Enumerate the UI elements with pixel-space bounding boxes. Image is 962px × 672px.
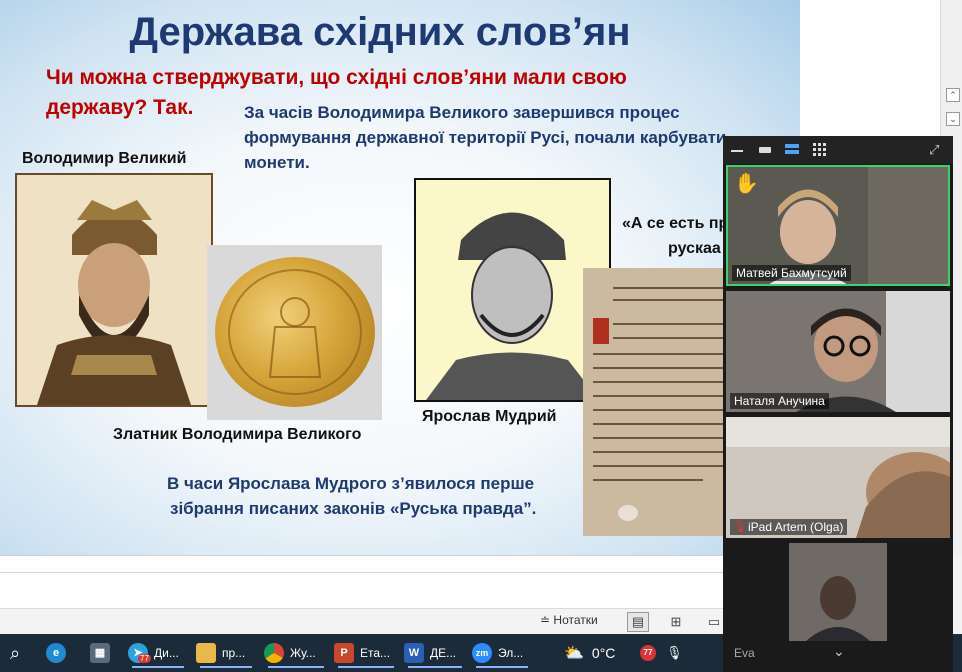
ruska-pravda-manuscript-image [583,268,733,536]
zoom-gallery-panel: ⤢ ✋ Матвей Бахмутсуий Наталя Анучина 🎙 i… [723,136,953,672]
taskbar-edge[interactable]: e [46,638,72,668]
weather-temperature: 0°C [591,645,616,661]
telegram-badge: 77 [138,654,151,663]
slide-title: Держава східних слов’ян [129,10,631,54]
slide-question: Чи можна стверджувати, що східні слов’ян… [46,66,627,89]
taskbar-folder[interactable]: пр... [196,638,256,668]
slide-notes-pane[interactable] [0,555,740,608]
taskbar-folder-label: пр... [222,646,246,660]
zoom-icon: zm [472,643,492,663]
quote-line2: рускаа [668,240,721,257]
tray-telegram[interactable]: 77 [640,638,662,668]
hide-video-icon[interactable] [759,147,771,153]
scroll-up-button[interactable]: ⌃ [946,88,960,102]
notes-label: Нотатки [553,613,598,627]
zlatnik-coin-image [207,245,382,420]
participant-name: Eva [734,646,755,660]
paragraph-yaroslav-line1: В часи Ярослава Мудрого з’явилося перше [167,474,535,493]
weather-widget[interactable]: ⛅ 0°C [564,638,615,668]
taskbar-search[interactable]: ⌕ [10,638,20,668]
taskbar-word-label: ДЕ... [430,646,457,660]
notes-icon: ≐ [540,613,551,627]
participant-tile-artem[interactable]: 🎙 iPad Artem (Olga) [726,417,950,538]
zoom-panel-toolbar: ⤢ [723,136,953,164]
participant-name-text: iPad Artem (Olga) [748,520,844,534]
paragraph-volodymyr-line1: За часів Володимира Великого завершився … [244,103,680,122]
active-indicator [476,666,528,668]
yaroslav-portrait [414,178,611,402]
gallery-view-icon[interactable] [813,143,827,156]
taskbar-chrome[interactable]: Жу... [264,638,328,668]
taskbar-telegram-label: Ди... [154,646,179,660]
gold-coin [215,257,375,407]
taskbar-powerpoint-label: Ета... [360,646,391,660]
paragraph-volodymyr-line2: формування державної території Русі, поч… [244,128,727,147]
paragraph-yaroslav-line2: зібрання писаних законів «Руська правда”… [170,499,537,518]
caption-yaroslav: Ярослав Мудрий [422,408,557,425]
horizontal-scrollbar[interactable] [0,572,740,573]
active-indicator [200,666,252,668]
notes-toggle-button[interactable]: ≐ Нотатки [540,613,598,627]
normal-view-button[interactable]: ▤ [627,612,649,632]
participant-tile-matvey[interactable]: ✋ Матвей Бахмутсуий [726,165,950,286]
active-indicator [408,666,462,668]
participant-tile-eva[interactable]: ⌄ Eva [726,543,950,664]
slide-canvas[interactable]: Держава східних слов’ян Чи можна ствердж… [0,0,800,555]
tray-telegram-badge: 77 [640,645,656,661]
caption-volodymyr: Володимир Великий [22,150,187,167]
active-indicator [132,666,184,668]
status-bar: ≐ Нотатки ▤ ⊞ ▭ [0,608,740,635]
taskbar-powerpoint[interactable]: P Ета... [334,638,398,668]
scroll-down-button[interactable]: ⌄ [946,112,960,126]
raised-hand-icon: ✋ [734,173,759,195]
tray-microphone[interactable]: 🎙 [666,638,683,668]
participant-name: 🎙 iPad Artem (Olga) [730,519,848,535]
word-icon: W [404,643,424,663]
calculator-icon: ▦ [90,643,110,663]
active-indicator [338,666,394,668]
slide-sorter-view-button[interactable]: ⊞ [665,612,687,632]
participant-name: Матвей Бахмутсуий [732,265,851,281]
minimize-icon[interactable] [731,150,743,152]
taskbar-zoom-label: Эл... [498,646,524,660]
expand-icon[interactable]: ⤢ [929,142,943,157]
volodymyr-portrait [15,173,213,407]
active-indicator [268,666,324,668]
chrome-icon [264,643,284,663]
powerpoint-icon: P [334,643,354,663]
taskbar-chrome-label: Жу... [290,646,316,660]
muted-microphone-icon: 🎙 [733,521,747,533]
folder-icon [196,643,216,663]
quote-line1: «А се есть пр [622,215,729,232]
taskbar-zoom[interactable]: zm Эл... [472,638,532,668]
participant-name: Наталя Анучина [730,393,829,409]
paragraph-volodymyr-line3: монети. [244,153,310,172]
slide-question-answer: державу? Так. [46,96,194,119]
microphone-icon: 🎙 [666,645,683,660]
weather-cloud-icon: ⛅ [564,645,584,662]
participant-tile-natalya[interactable]: Наталя Анучина [726,291,950,412]
chevron-down-icon[interactable]: ⌄ [833,643,845,660]
taskbar-telegram[interactable]: ➤ Ди... 77 [128,638,188,668]
taskbar-word[interactable]: W ДЕ... [404,638,466,668]
caption-zlatnik: Златник Володимира Великого [113,426,362,443]
edge-icon: e [46,643,66,663]
reading-view-button[interactable]: ▭ [703,612,725,632]
search-icon: ⌕ [10,642,21,663]
speaker-view-icon[interactable] [785,143,799,155]
taskbar-calculator[interactable]: ▦ [90,638,116,668]
